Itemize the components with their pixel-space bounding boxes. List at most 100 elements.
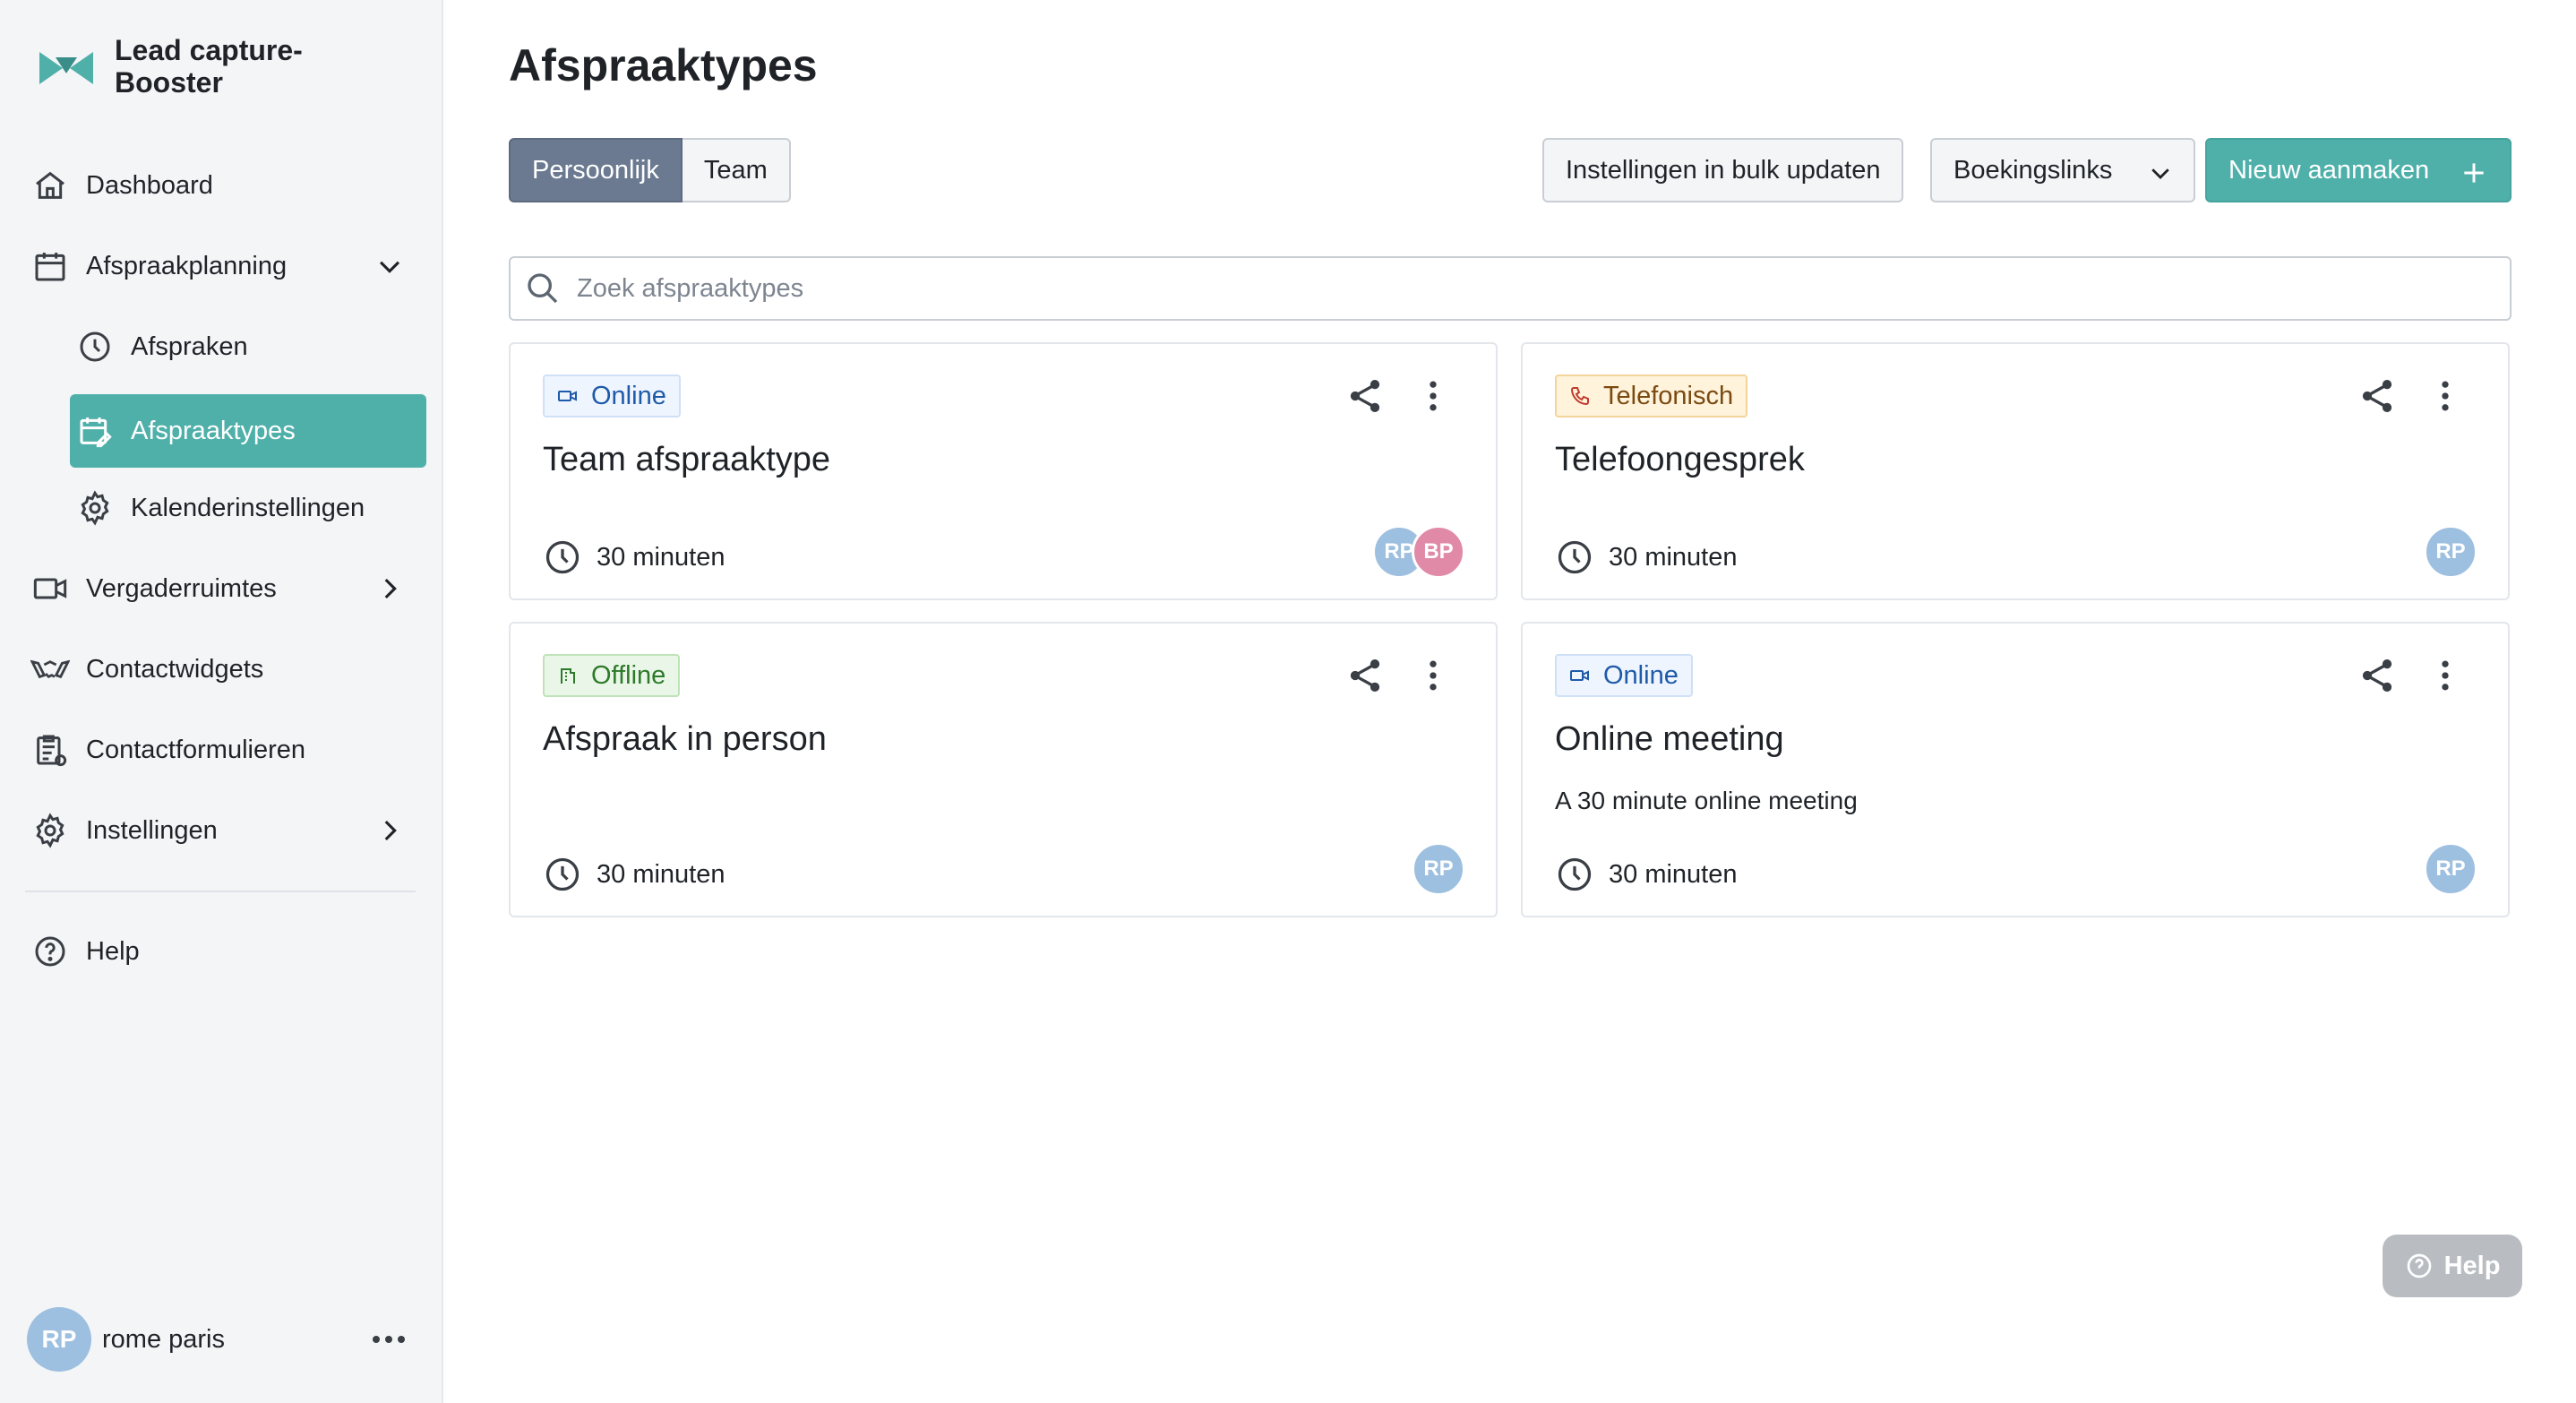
card-title: Online meeting (1555, 720, 1784, 758)
host-avatars: RP (2424, 842, 2477, 896)
clock-icon (1558, 540, 1592, 574)
sidebar-item-kalenderinstellingen[interactable]: Kalenderinstellingen (70, 475, 426, 541)
type-badge: Online (1555, 654, 1693, 697)
type-badge: Offline (543, 654, 681, 697)
type-badge-label: Telefonisch (1603, 381, 1734, 410)
avatar: BP (1412, 525, 1465, 579)
search-input[interactable] (577, 273, 2458, 304)
appointment-type-card[interactable]: Online Online meeting A 30 minute online… (1521, 622, 2510, 917)
bulk-update-button[interactable]: Instellingen in bulk updaten (1542, 138, 1904, 202)
share-icon[interactable] (2357, 656, 2397, 695)
more-vertical-icon[interactable] (1413, 376, 1453, 416)
type-badge-label: Offline (591, 660, 666, 690)
avatar: RP (2424, 842, 2477, 896)
video-icon (1570, 670, 1589, 681)
duration-label: 30 minuten (597, 542, 726, 572)
sidebar-item-label: Afspraken (131, 331, 248, 361)
clock-icon (1558, 857, 1592, 891)
gear-icon (30, 811, 70, 850)
duration-label: 30 minuten (1609, 542, 1738, 572)
help-circle-icon (30, 932, 70, 971)
more-horizontal-icon[interactable] (369, 1324, 408, 1355)
sidebar-divider (25, 891, 416, 892)
sidebar-item-afspraaktypes[interactable]: Afspraaktypes (70, 394, 426, 468)
create-new-button[interactable]: Nieuw aanmaken (2205, 138, 2512, 202)
sidebar-item-afspraakplanning[interactable]: Afspraakplanning (25, 233, 428, 299)
sidebar-item-label: Afspraaktypes (131, 416, 296, 445)
card-description: A 30 minute online meeting (1555, 787, 1858, 814)
chevron-right-icon (384, 820, 397, 841)
card-title: Afspraak in person (543, 720, 827, 758)
duration: 30 minuten (543, 538, 726, 577)
more-vertical-icon[interactable] (2426, 376, 2465, 416)
home-icon (30, 166, 70, 205)
sidebar-item-vergaderruimtes[interactable]: Vergaderruimtes (25, 555, 428, 622)
tab-team[interactable]: Team (682, 138, 791, 202)
chevron-down-icon (379, 261, 400, 273)
page-title: Afspraaktypes (509, 40, 818, 90)
clock-icon (75, 327, 115, 366)
sidebar-item-label: Vergaderruimtes (86, 573, 277, 603)
type-badge: Online (543, 374, 681, 417)
type-badge-label: Online (591, 381, 666, 410)
card-title: Telefoongesprek (1555, 441, 1805, 478)
booking-links-label: Boekingslinks (1953, 155, 2113, 185)
host-avatars: RP BP (1372, 525, 1465, 579)
sidebar: Lead capture-Booster Dashboard Afspraakp… (0, 0, 443, 1403)
avatar: RP (1412, 842, 1465, 896)
search-box (509, 256, 2512, 321)
gear-icon (75, 488, 115, 528)
clock-icon (545, 540, 580, 574)
avatar: RP (2424, 525, 2477, 579)
more-vertical-icon[interactable] (2426, 656, 2465, 695)
share-icon[interactable] (1345, 376, 1385, 416)
building-icon (561, 668, 575, 684)
sidebar-item-contactformulieren[interactable]: Contactformulieren (25, 717, 428, 783)
brand[interactable]: Lead capture-Booster (38, 34, 348, 99)
create-new-label: Nieuw aanmaken (2228, 155, 2430, 185)
avatar: RP (27, 1307, 91, 1372)
share-icon[interactable] (2357, 376, 2397, 416)
sidebar-item-label: Kalenderinstellingen (131, 493, 365, 522)
phone-icon (1570, 387, 1589, 406)
share-icon[interactable] (1345, 656, 1385, 695)
clock-icon (545, 857, 580, 891)
sidebar-item-dashboard[interactable]: Dashboard (25, 152, 428, 219)
sidebar-item-afspraken[interactable]: Afspraken (70, 314, 426, 380)
calendar-edit-icon (75, 411, 115, 451)
duration-label: 30 minuten (1609, 859, 1738, 889)
search-icon (528, 273, 558, 304)
sidebar-item-label: Contactformulieren (86, 735, 305, 764)
sidebar-item-label: Help (86, 936, 140, 966)
tab-persoonlijk[interactable]: Persoonlijk (509, 138, 683, 202)
chevron-right-icon (384, 578, 397, 599)
appointment-type-card[interactable]: Offline Afspraak in person 30 minuten RP (509, 622, 1498, 917)
booking-links-dropdown[interactable]: Boekingslinks (1930, 138, 2195, 202)
sidebar-item-label: Contactwidgets (86, 654, 264, 684)
form-icon (30, 730, 70, 770)
help-widget-label: Help (2443, 1251, 2501, 1280)
user-profile[interactable]: RP rome paris (27, 1307, 421, 1372)
appointment-type-card[interactable]: Telefonisch Telefoongesprek 30 minuten R… (1521, 342, 2510, 600)
type-badge-label: Online (1603, 660, 1679, 690)
more-vertical-icon[interactable] (1413, 656, 1453, 695)
chevron-down-icon (2151, 168, 2169, 179)
duration: 30 minuten (1555, 855, 1738, 894)
sidebar-item-instellingen[interactable]: Instellingen (25, 797, 428, 864)
duration: 30 minuten (1555, 538, 1738, 577)
sidebar-item-label: Instellingen (86, 815, 218, 845)
duration-label: 30 minuten (597, 859, 726, 889)
help-widget-button[interactable]: Help (2383, 1235, 2522, 1297)
type-badge: Telefonisch (1555, 374, 1748, 417)
help-circle-icon (2407, 1253, 2431, 1278)
sidebar-item-label: Afspraakplanning (86, 251, 288, 280)
brand-logo-icon (39, 52, 93, 84)
sidebar-item-help[interactable]: Help (25, 918, 428, 985)
video-icon (30, 569, 70, 608)
user-name: rome paris (102, 1324, 225, 1354)
host-avatars: RP (1412, 842, 1465, 896)
sidebar-item-contactwidgets[interactable]: Contactwidgets (25, 636, 428, 702)
handshake-icon (30, 650, 70, 689)
brand-name: Lead capture-Booster (115, 34, 303, 99)
appointment-type-card[interactable]: Online Team afspraaktype 30 minuten RP B… (509, 342, 1498, 600)
